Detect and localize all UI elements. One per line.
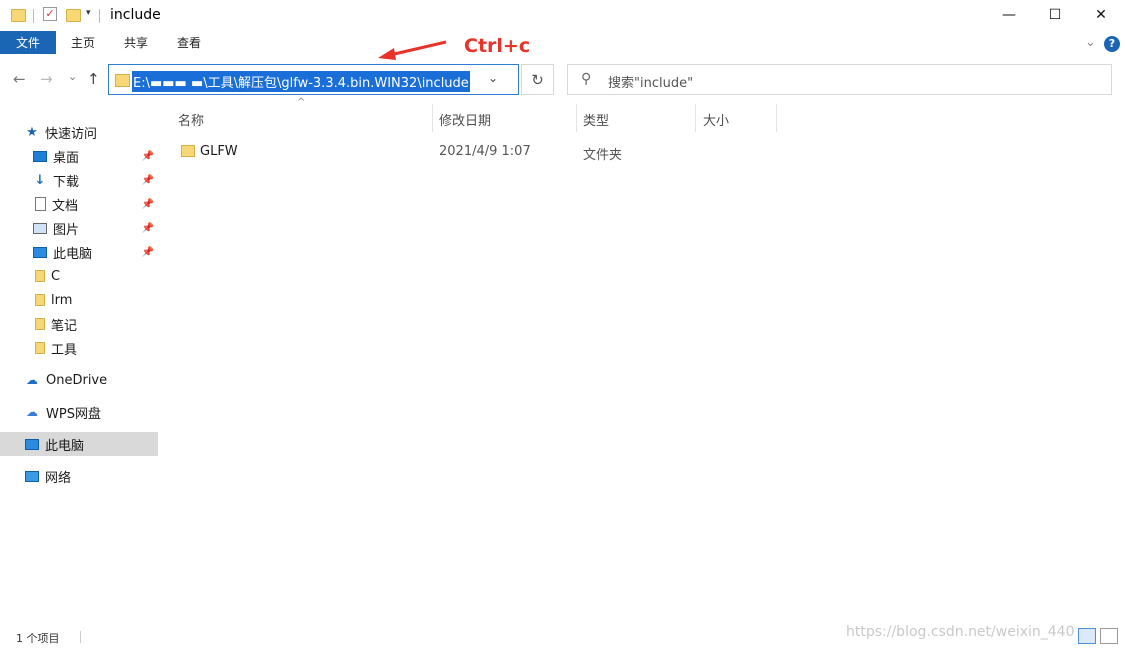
folder-icon xyxy=(35,294,45,306)
status-item-count: 1 个项目 xyxy=(16,632,60,645)
sidebar-item-onedrive[interactable]: ☁ OneDrive xyxy=(0,368,158,392)
star-icon: ★ xyxy=(26,124,38,140)
sidebar-item-desktop[interactable]: 桌面 📌 xyxy=(0,144,158,168)
ctrl-c-annotation: Ctrl+c xyxy=(464,35,531,57)
sidebar-item-c[interactable]: C xyxy=(0,264,158,288)
sidebar-item-label: lrm xyxy=(51,292,73,308)
address-bar[interactable]: E:\▬▬▬ ▬\工具\解压包\glfw-3.3.4.bin.WIN32\inc… xyxy=(108,64,519,95)
document-icon xyxy=(35,197,46,211)
arrow-shaft xyxy=(389,40,447,57)
new-folder-icon[interactable] xyxy=(66,9,81,22)
search-box[interactable]: ⚲ 搜索"include" xyxy=(567,64,1112,95)
title-bar xyxy=(0,0,1125,30)
tab-view[interactable]: 查看 xyxy=(177,31,201,54)
sidebar-item-downloads[interactable]: ↓ 下载 📌 xyxy=(0,168,158,192)
column-header-name[interactable]: 名称 xyxy=(178,110,204,130)
download-arrow-icon: ↓ xyxy=(34,172,46,188)
sidebar-item-label: OneDrive xyxy=(46,372,108,388)
maximize-button[interactable]: ☐ xyxy=(1032,0,1078,30)
network-icon xyxy=(25,470,39,482)
folder-icon xyxy=(181,145,195,157)
red-arrow-annotation xyxy=(378,40,447,60)
computer-icon xyxy=(33,246,47,258)
sidebar-item-lrm[interactable]: lrm xyxy=(0,288,158,312)
arrow-head xyxy=(378,48,396,60)
column-divider[interactable] xyxy=(576,104,577,132)
minimize-button[interactable]: — xyxy=(986,0,1032,30)
address-dropdown-icon[interactable]: ⌄ xyxy=(488,71,498,85)
pictures-icon xyxy=(33,222,47,234)
sidebar-item-documents[interactable]: 文档 📌 xyxy=(0,192,158,216)
column-divider[interactable] xyxy=(695,104,696,132)
sidebar-item-label: 桌面 xyxy=(53,150,80,166)
tab-home[interactable]: 主页 xyxy=(71,31,95,54)
up-button[interactable]: ↑ xyxy=(87,70,100,88)
pin-icon[interactable]: 📌 xyxy=(142,175,154,186)
file-modified: 2021/4/9 1:07 xyxy=(439,144,531,159)
back-button[interactable]: ← xyxy=(13,70,26,88)
pin-icon[interactable]: 📌 xyxy=(142,151,154,162)
sidebar-item-notes[interactable]: 笔记 xyxy=(0,312,158,336)
sidebar-item-label: WPS网盘 xyxy=(46,406,101,422)
details-view-button[interactable] xyxy=(1078,628,1096,644)
search-input[interactable]: 搜索"include" xyxy=(608,72,693,91)
folder-icon xyxy=(35,318,45,330)
sidebar-item-label: 此电脑 xyxy=(53,246,93,262)
divider xyxy=(99,9,100,23)
file-type: 文件夹 xyxy=(583,148,623,163)
search-icon: ⚲ xyxy=(581,71,592,87)
sidebar-item-label: 文档 xyxy=(52,198,79,214)
expand-ribbon-icon[interactable]: ⌄ xyxy=(1085,35,1096,50)
sidebar-item-label: 快速访问 xyxy=(45,126,98,142)
sidebar-item-label: 图片 xyxy=(53,222,80,238)
sidebar-item-pictures[interactable]: 图片 📌 xyxy=(0,216,158,240)
sidebar-item-this-pc-pinned[interactable]: 此电脑 📌 xyxy=(0,240,158,264)
folder-icon xyxy=(35,342,45,354)
window-title: include xyxy=(110,7,161,23)
pin-icon[interactable]: 📌 xyxy=(142,247,154,258)
cloud-icon: ☁ xyxy=(26,373,38,387)
close-button[interactable]: ✕ xyxy=(1078,0,1124,30)
pin-icon[interactable]: 📌 xyxy=(142,223,154,234)
column-header-type[interactable]: 类型 xyxy=(583,110,609,130)
pin-icon[interactable]: 📌 xyxy=(142,199,154,210)
column-header-modified[interactable]: 修改日期 xyxy=(439,110,491,130)
divider xyxy=(33,9,34,23)
computer-icon xyxy=(25,438,39,450)
watermark: https://blog.csdn.net/weixin_440 xyxy=(846,624,1075,640)
divider xyxy=(80,631,81,643)
refresh-button[interactable]: ↻ xyxy=(521,64,554,95)
sort-ascending-icon: ^ xyxy=(297,97,306,108)
help-icon[interactable]: ? xyxy=(1104,36,1120,52)
forward-button[interactable]: → xyxy=(40,70,53,88)
column-divider[interactable] xyxy=(432,104,433,132)
desktop-icon xyxy=(33,150,47,162)
sidebar-item-label: 下载 xyxy=(53,174,80,190)
sidebar-item-label: 笔记 xyxy=(51,318,78,334)
address-input[interactable]: E:\▬▬▬ ▬\工具\解压包\glfw-3.3.4.bin.WIN32\inc… xyxy=(132,71,470,92)
sidebar-item-label: 此电脑 xyxy=(45,438,85,454)
large-icons-view-button[interactable] xyxy=(1100,628,1118,644)
properties-icon[interactable]: ✓ xyxy=(43,7,57,21)
recent-locations-button[interactable]: ⌄ xyxy=(68,70,77,83)
folder-icon xyxy=(35,270,45,282)
ribbon xyxy=(0,30,1125,55)
sidebar-item-label: 工具 xyxy=(51,342,78,358)
sidebar-item-label: C xyxy=(51,268,61,284)
sidebar-item-wps[interactable]: ☁ WPS网盘 xyxy=(0,400,158,424)
folder-icon xyxy=(11,9,26,22)
sidebar-item-quick-access[interactable]: ★ 快速访问 xyxy=(0,120,158,144)
tab-file[interactable]: 文件 xyxy=(0,31,56,54)
customize-toolbar-icon[interactable]: ▾ xyxy=(86,8,91,18)
tab-share[interactable]: 共享 xyxy=(124,31,148,54)
file-name[interactable]: GLFW xyxy=(200,144,238,159)
sidebar-item-label: 网络 xyxy=(45,470,72,486)
sidebar-item-tools[interactable]: 工具 xyxy=(0,336,158,360)
sidebar-item-network[interactable]: 网络 xyxy=(0,464,158,488)
sidebar-item-this-pc[interactable]: 此电脑 xyxy=(0,432,158,456)
cloud-icon: ☁ xyxy=(26,405,38,419)
column-divider[interactable] xyxy=(776,104,777,132)
folder-icon xyxy=(115,74,130,87)
column-header-size[interactable]: 大小 xyxy=(703,110,729,130)
